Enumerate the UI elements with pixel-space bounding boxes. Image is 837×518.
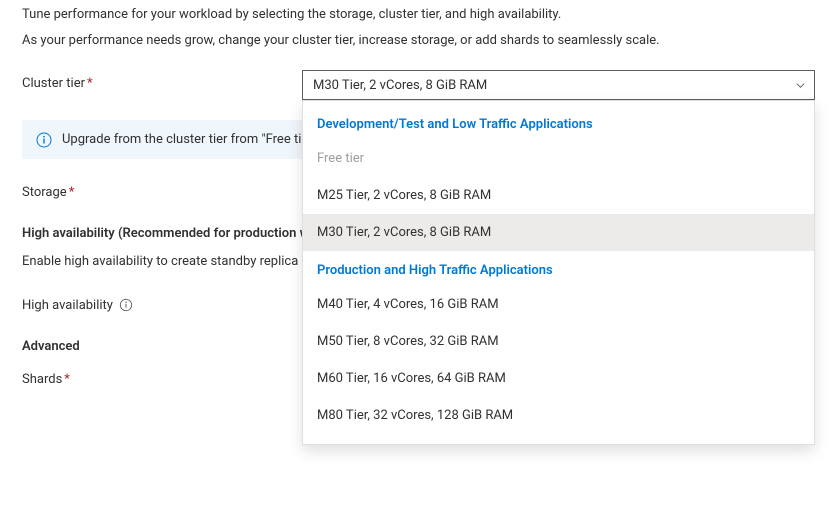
cluster-tier-dropdown[interactable]: Development/Test and Low Traffic Applica…: [302, 100, 815, 445]
storage-label: Storage*: [22, 179, 302, 200]
cluster-tier-row: Cluster tier* M30 Tier, 2 vCores, 8 GiB …: [22, 70, 815, 100]
dropdown-option[interactable]: M40 Tier, 4 vCores, 16 GiB RAM: [303, 286, 814, 323]
cluster-tier-label: Cluster tier*: [22, 70, 302, 91]
dropdown-option[interactable]: M80 Tier, 32 vCores, 128 GiB RAM: [303, 397, 814, 434]
shards-label: Shards*: [22, 366, 302, 387]
select-value: M30 Tier, 2 vCores, 8 GiB RAM: [313, 78, 487, 93]
required-asterisk: *: [69, 185, 75, 200]
dropdown-option[interactable]: M60 Tier, 16 vCores, 64 GiB RAM: [303, 360, 814, 397]
info-icon[interactable]: [119, 298, 133, 312]
high-availability-label: High availability: [22, 292, 302, 313]
dropdown-option[interactable]: M50 Tier, 8 vCores, 32 GiB RAM: [303, 323, 814, 360]
info-icon: [36, 132, 52, 148]
required-asterisk: *: [64, 372, 70, 387]
label-text: Cluster tier: [22, 76, 85, 91]
dropdown-option[interactable]: M30 Tier, 2 vCores, 8 GiB RAM: [303, 214, 814, 251]
dropdown-option: Free tier: [303, 140, 814, 177]
intro-line: Tune performance for your workload by se…: [22, 6, 815, 24]
label-text: High availability: [22, 298, 113, 313]
cluster-tier-select[interactable]: M30 Tier, 2 vCores, 8 GiB RAM: [302, 70, 815, 100]
label-text: Shards: [22, 372, 62, 387]
required-asterisk: *: [87, 76, 93, 91]
dropdown-option[interactable]: M25 Tier, 2 vCores, 8 GiB RAM: [303, 177, 814, 214]
label-text: Storage: [22, 185, 67, 200]
intro-line: As your performance needs grow, change y…: [22, 32, 815, 50]
chevron-down-icon: [794, 79, 806, 91]
dropdown-group-header: Production and High Traffic Applications: [303, 251, 814, 286]
dropdown-group-header: Development/Test and Low Traffic Applica…: [303, 105, 814, 140]
